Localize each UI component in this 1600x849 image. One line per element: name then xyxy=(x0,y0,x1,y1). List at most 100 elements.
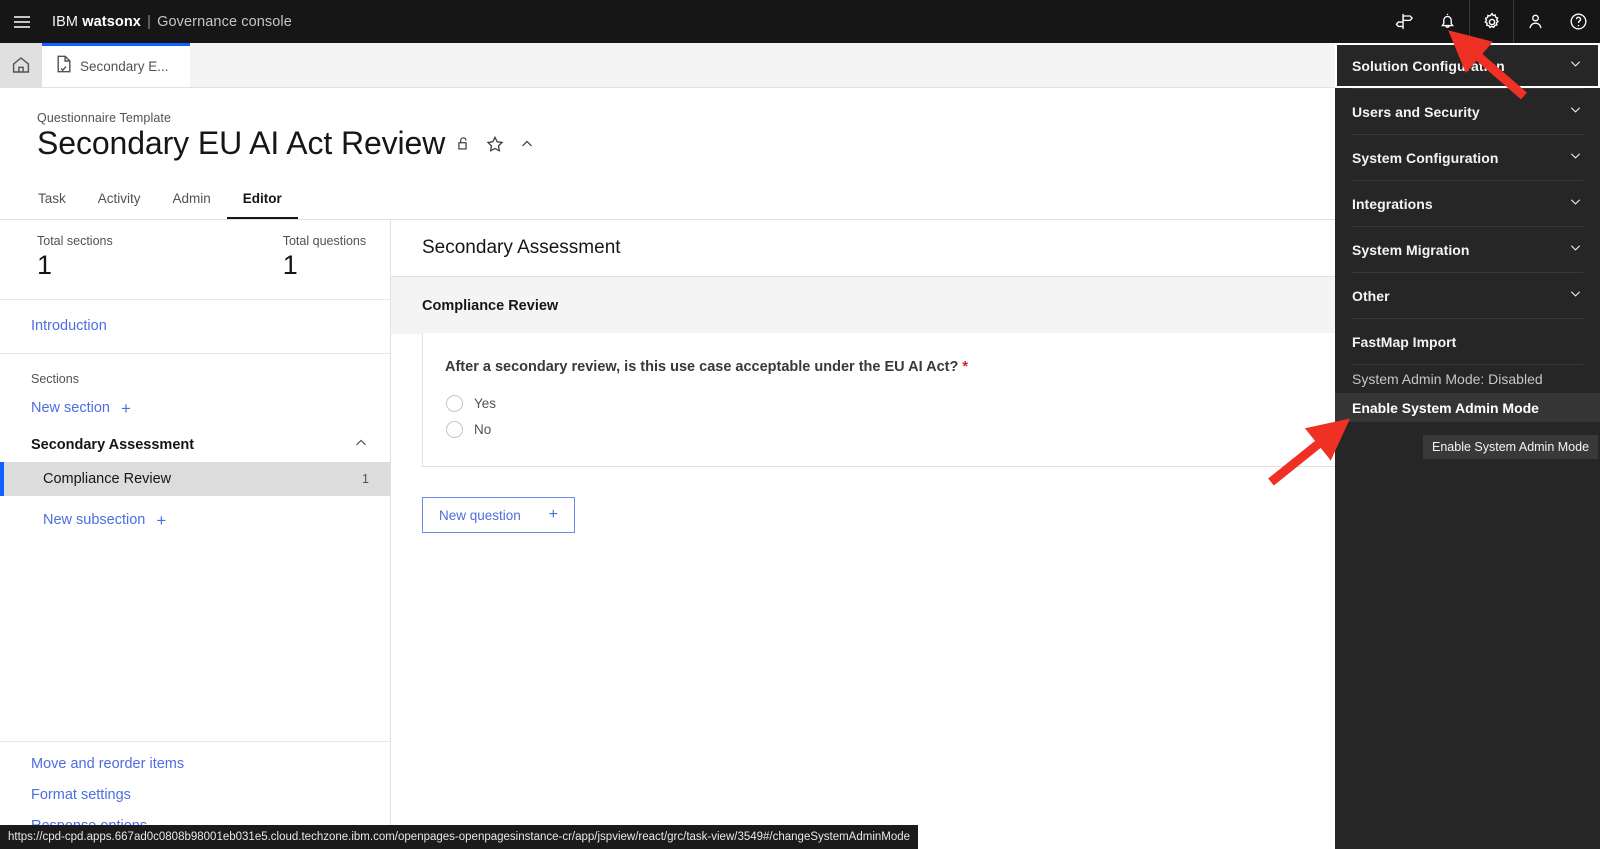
question-card[interactable]: After a secondary review, is this use ca… xyxy=(422,333,1336,467)
question-text-row: After a secondary review, is this use ca… xyxy=(423,333,1335,375)
sections-heading: Sections xyxy=(31,371,79,386)
enable-admin-mode-label: Enable System Admin Mode xyxy=(1352,399,1539,416)
signpost-icon[interactable] xyxy=(1383,0,1426,43)
new-question-label: New question xyxy=(439,507,521,523)
brand-console-name: Governance console xyxy=(157,13,292,30)
breadcrumb: Questionnaire Template xyxy=(37,111,171,125)
star-outline-icon[interactable] xyxy=(481,130,509,158)
group-label: System Configuration xyxy=(1352,149,1499,166)
group-label: Users and Security xyxy=(1352,103,1480,120)
chevron-down-icon[interactable] xyxy=(1568,286,1583,306)
system-admin-mode-status: System Admin Mode: Disabled xyxy=(1335,365,1600,393)
chevron-down-icon[interactable] xyxy=(1568,194,1583,214)
app-window: IBM watsonx | Governance console Seconda… xyxy=(0,0,1600,849)
enable-system-admin-mode-button[interactable]: Enable System Admin Mode xyxy=(1335,393,1600,422)
hamburger-menu-icon[interactable] xyxy=(0,0,43,43)
section-header: Secondary Assessment xyxy=(391,220,1336,277)
radio-label: Yes xyxy=(474,395,497,411)
plus-icon[interactable]: + xyxy=(121,400,131,417)
stat-value: 1 xyxy=(282,250,298,280)
move-and-reorder-items-link[interactable]: Move and reorder items xyxy=(31,756,390,772)
new-section-button[interactable]: New section + xyxy=(0,386,390,429)
page-title-area: Questionnaire Template Secondary EU AI A… xyxy=(0,88,1336,220)
question-text: After a secondary review, is this use ca… xyxy=(445,359,959,375)
browser-status-bar: https://cpd-cpd.apps.667ad0c0808b98001eb… xyxy=(0,825,919,849)
new-subsection-button[interactable]: New subsection + xyxy=(0,496,390,529)
editor-sidebar: Total sections 1 Total questions 1 Intro… xyxy=(0,220,391,849)
editor-main: Secondary Assessment Compliance Review A… xyxy=(391,220,1336,849)
tooltip-enable-system-admin-mode: Enable System Admin Mode xyxy=(1423,435,1599,459)
subsection-title: Compliance Review xyxy=(422,298,559,314)
stat-label: Total sections xyxy=(37,234,113,248)
header-actions xyxy=(1383,0,1600,43)
chevron-down-icon[interactable] xyxy=(1568,56,1583,76)
gear-icon[interactable] xyxy=(1470,0,1513,43)
stat-total-questions: Total questions 1 xyxy=(113,234,366,283)
introduction-link[interactable]: Introduction xyxy=(31,318,107,334)
document-check-icon xyxy=(56,55,72,78)
stat-total-sections: Total sections 1 xyxy=(0,234,113,283)
panel-item-fastmap-import[interactable]: FastMap Import xyxy=(1335,319,1600,364)
group-label: Integrations xyxy=(1352,195,1433,212)
administration-panel: Solution Configuration Users and Securit… xyxy=(1335,43,1600,849)
chevron-down-icon[interactable] xyxy=(1568,102,1583,122)
panel-group-system-configuration[interactable]: System Configuration xyxy=(1335,135,1600,180)
tab-activity[interactable]: Activity xyxy=(82,191,157,219)
notification-bell-icon[interactable] xyxy=(1426,0,1469,43)
panel-group-solution-configuration[interactable]: Solution Configuration xyxy=(1335,43,1600,88)
unlocked-padlock-icon[interactable] xyxy=(449,130,477,158)
radio-group: Yes No xyxy=(423,375,1335,442)
sidebar-section-secondary-assessment[interactable]: Secondary Assessment xyxy=(0,429,390,462)
tab-secondary-eu-ai-act-review[interactable]: Secondary E... xyxy=(42,43,190,87)
radio-option-yes[interactable]: Yes xyxy=(446,390,1335,416)
chevron-down-icon[interactable] xyxy=(1568,240,1583,260)
panel-group-system-migration[interactable]: System Migration xyxy=(1335,227,1600,272)
brand-separator: | xyxy=(147,13,151,30)
tab-label: Secondary E... xyxy=(80,59,169,74)
chevron-up-icon[interactable] xyxy=(353,435,369,456)
section-name: Secondary Assessment xyxy=(31,437,195,454)
radio-label: No xyxy=(474,421,492,437)
required-marker: * xyxy=(962,359,969,375)
chevron-down-icon[interactable] xyxy=(1568,148,1583,168)
stat-label: Total questions xyxy=(282,234,367,248)
stats-row: Total sections 1 Total questions 1 xyxy=(0,220,390,300)
brand-product: watsonx xyxy=(82,13,141,30)
home-icon[interactable] xyxy=(0,43,42,87)
user-avatar-icon[interactable] xyxy=(1514,0,1557,43)
tab-admin[interactable]: Admin xyxy=(157,191,227,219)
document-tab-strip: Secondary E... xyxy=(0,43,1336,88)
radio-circle-icon[interactable] xyxy=(446,420,463,438)
fastmap-import-label: FastMap Import xyxy=(1352,333,1457,350)
chevron-up-icon[interactable] xyxy=(513,130,541,158)
format-settings-link[interactable]: Format settings xyxy=(31,787,390,803)
page-title: Secondary EU AI Act Review xyxy=(37,125,446,161)
page-tabs: Task Activity Admin Editor xyxy=(22,191,298,219)
question-count-badge: 1 xyxy=(362,471,369,486)
panel-group-integrations[interactable]: Integrations xyxy=(1335,181,1600,226)
global-header: IBM watsonx | Governance console xyxy=(0,0,1600,43)
sidebar-item-introduction[interactable]: Introduction xyxy=(0,300,390,354)
brand-prefix: IBM xyxy=(52,13,79,30)
subsection-name: Compliance Review xyxy=(43,470,172,487)
tab-task[interactable]: Task xyxy=(22,191,82,219)
admin-mode-status-label: System Admin Mode: Disabled xyxy=(1352,371,1543,387)
radio-circle-icon[interactable] xyxy=(446,394,463,412)
new-section-label[interactable]: New section xyxy=(31,400,110,416)
sidebar-subsection-compliance-review[interactable]: Compliance Review 1 xyxy=(0,461,390,496)
help-icon[interactable] xyxy=(1557,0,1600,43)
subsection-band: Compliance Review xyxy=(391,277,1336,334)
tab-editor[interactable]: Editor xyxy=(226,191,298,219)
brand-title: IBM watsonx | Governance console xyxy=(52,14,292,30)
group-label: System Migration xyxy=(1352,241,1470,258)
group-label: Other xyxy=(1352,287,1390,304)
stat-value: 1 xyxy=(37,250,53,280)
panel-group-users-and-security[interactable]: Users and Security xyxy=(1335,89,1600,134)
new-subsection-label[interactable]: New subsection xyxy=(43,512,145,528)
plus-icon: + xyxy=(548,506,558,523)
radio-option-no[interactable]: No xyxy=(446,416,1335,442)
new-question-button[interactable]: New question + xyxy=(422,497,575,533)
plus-icon[interactable]: + xyxy=(156,512,166,529)
panel-group-other[interactable]: Other xyxy=(1335,273,1600,318)
page-title-row: Secondary EU AI Act Review xyxy=(37,125,541,162)
